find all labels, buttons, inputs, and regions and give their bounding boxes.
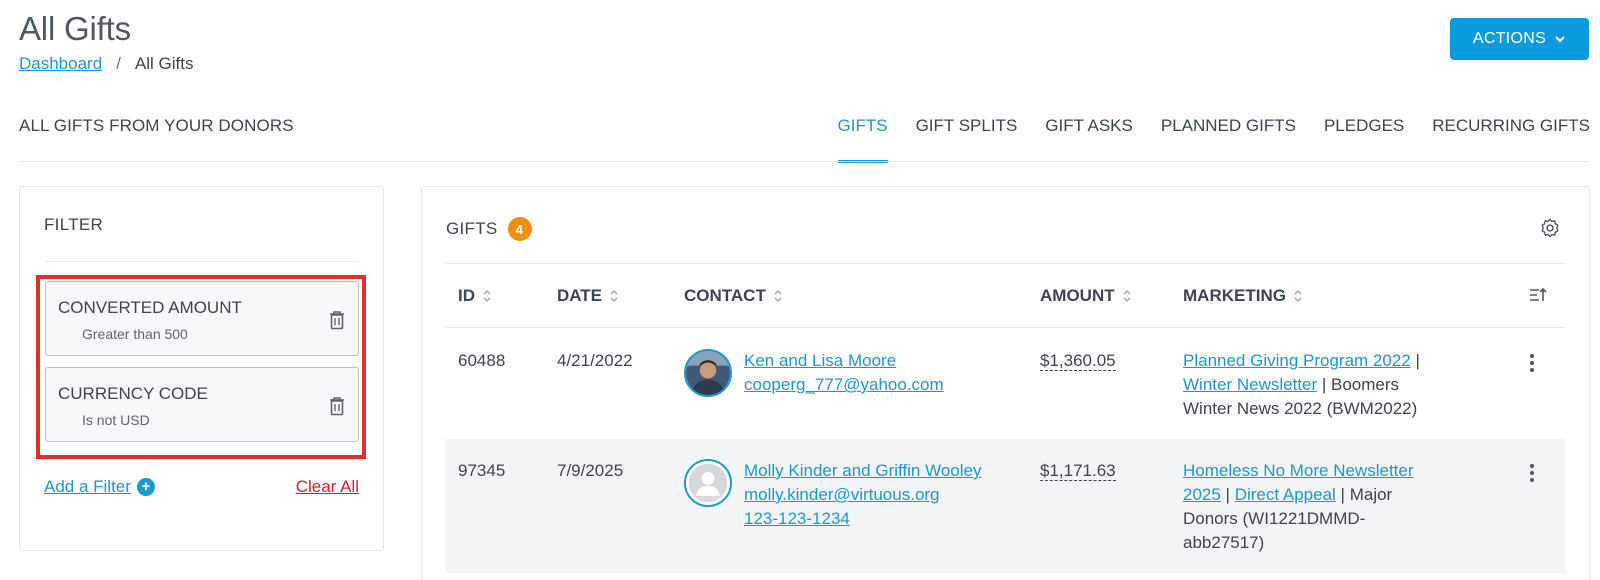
gifts-title: GIFTS 4 <box>446 217 532 241</box>
actions-button[interactable]: ACTIONS <box>1450 18 1589 60</box>
tab-recurring-gifts[interactable]: RECURRING GIFTS <box>1432 104 1590 162</box>
gift-date: 4/21/2022 <box>557 351 633 370</box>
tab-gifts[interactable]: GIFTS <box>837 104 888 163</box>
gifts-panel: GIFTS 4 ID DATE CONTACT AMOUNT MARKETING <box>421 186 1590 580</box>
gifts-count-badge: 4 <box>507 217 532 241</box>
column-header-id[interactable]: ID <box>458 286 491 306</box>
filter-item-condition: Greater than 500 <box>82 326 188 342</box>
column-header-label: CONTACT <box>684 286 766 305</box>
sort-icon <box>1123 290 1131 302</box>
gift-tabs: GIFTS GIFT SPLITS GIFT ASKS PLANNED GIFT… <box>810 104 1590 163</box>
filter-item-title: CONVERTED AMOUNT <box>58 298 242 317</box>
filter-item-condition: Is not USD <box>82 412 150 428</box>
add-filter-link[interactable]: Add a Filter + <box>44 477 155 497</box>
tab-planned-gifts[interactable]: PLANNED GIFTS <box>1161 104 1296 162</box>
gift-id: 97345 <box>458 461 506 480</box>
marketing-link[interactable]: Planned Giving Program 2022 <box>1183 351 1411 370</box>
tab-gift-asks[interactable]: GIFT ASKS <box>1045 104 1133 162</box>
kebab-menu-icon[interactable] <box>1529 353 1535 373</box>
clear-all-link[interactable]: Clear All <box>296 477 359 497</box>
marketing-link[interactable]: Winter Newsletter <box>1183 375 1317 394</box>
sort-icon <box>610 290 618 302</box>
breadcrumb-separator: / <box>116 54 121 73</box>
actions-button-label: ACTIONS <box>1472 30 1547 47</box>
avatar[interactable] <box>684 349 732 397</box>
column-header-label: ID <box>458 286 475 305</box>
contact-photo <box>686 351 730 395</box>
add-filter-label: Add a Filter <box>44 477 131 496</box>
page-title: All Gifts <box>19 10 131 47</box>
plus-circle-icon: + <box>136 478 155 496</box>
kebab-menu-icon[interactable] <box>1529 463 1535 483</box>
filter-item-title: CURRENCY CODE <box>58 384 208 403</box>
gift-date: 7/9/2025 <box>557 461 624 480</box>
sort-icon <box>483 290 491 302</box>
table-row[interactable]: 60488 4/21/2022 Ken and Lisa Moore coope… <box>446 329 1565 439</box>
sort-icon <box>774 290 782 302</box>
amount-cell: $1,171.63 <box>1040 459 1116 483</box>
filter-title: FILTER <box>44 215 104 234</box>
gift-amount[interactable]: $1,360.05 <box>1040 351 1116 371</box>
column-header-date[interactable]: DATE <box>557 286 618 306</box>
contact-name-link[interactable]: Ken and Lisa Moore <box>744 351 896 370</box>
column-header-label: MARKETING <box>1183 286 1286 305</box>
column-header-amount[interactable]: AMOUNT <box>1040 286 1131 306</box>
marketing-cell: Homeless No More Newsletter 2025 | Direc… <box>1183 461 1414 552</box>
breadcrumb-dashboard-link[interactable]: Dashboard <box>19 54 102 73</box>
tab-pledges[interactable]: PLEDGES <box>1324 104 1404 162</box>
gear-icon[interactable] <box>1539 217 1561 239</box>
breadcrumb-current: All Gifts <box>134 54 194 73</box>
trash-icon[interactable] <box>328 310 346 330</box>
tabs-divider <box>19 161 1590 162</box>
default-avatar-icon <box>686 461 730 505</box>
contact-phone-link[interactable]: 123-123-1234 <box>744 509 850 528</box>
column-sort-icon[interactable] <box>1529 286 1547 304</box>
column-header-label: AMOUNT <box>1040 286 1115 305</box>
table-header: ID DATE CONTACT AMOUNT MARKETING <box>446 264 1565 328</box>
contact-cell: Ken and Lisa Moore cooperg_777@yahoo.com <box>744 349 944 397</box>
amount-cell: $1,360.05 <box>1040 349 1116 373</box>
tab-gift-splits[interactable]: GIFT SPLITS <box>916 104 1018 162</box>
marketing-link[interactable]: Direct Appeal <box>1235 485 1336 504</box>
avatar[interactable] <box>684 459 732 507</box>
filter-item-converted-amount[interactable]: CONVERTED AMOUNT Greater than 500 <box>45 281 359 356</box>
trash-icon[interactable] <box>328 396 346 416</box>
marketing-cell: Planned Giving Program 2022 | Winter New… <box>1183 351 1420 418</box>
gift-amount[interactable]: $1,171.63 <box>1040 461 1116 481</box>
sort-icon <box>1294 290 1302 302</box>
contact-email-link[interactable]: cooperg_777@yahoo.com <box>744 375 944 394</box>
column-header-marketing[interactable]: MARKETING <box>1183 286 1302 306</box>
filter-panel: FILTER CONVERTED AMOUNT Greater than 500… <box>19 186 384 551</box>
breadcrumb: Dashboard / All Gifts <box>19 54 193 74</box>
column-header-label: DATE <box>557 286 603 305</box>
page-subheading: ALL GIFTS FROM YOUR DONORS <box>19 116 294 135</box>
column-header-contact[interactable]: CONTACT <box>684 286 782 306</box>
gift-id: 60488 <box>458 351 506 370</box>
filter-divider <box>44 261 359 262</box>
contact-name-link[interactable]: Molly Kinder and Griffin Wooley <box>744 461 981 480</box>
filter-item-currency-code[interactable]: CURRENCY CODE Is not USD <box>45 367 359 442</box>
table-row[interactable]: 97345 7/9/2025 Molly Kinder and Griffin … <box>446 439 1565 573</box>
contact-cell: Molly Kinder and Griffin Wooley molly.ki… <box>744 459 981 531</box>
gifts-title-label: GIFTS <box>446 219 498 238</box>
chevron-down-icon <box>1555 36 1565 43</box>
contact-email-link[interactable]: molly.kinder@virtuous.org <box>744 485 940 504</box>
